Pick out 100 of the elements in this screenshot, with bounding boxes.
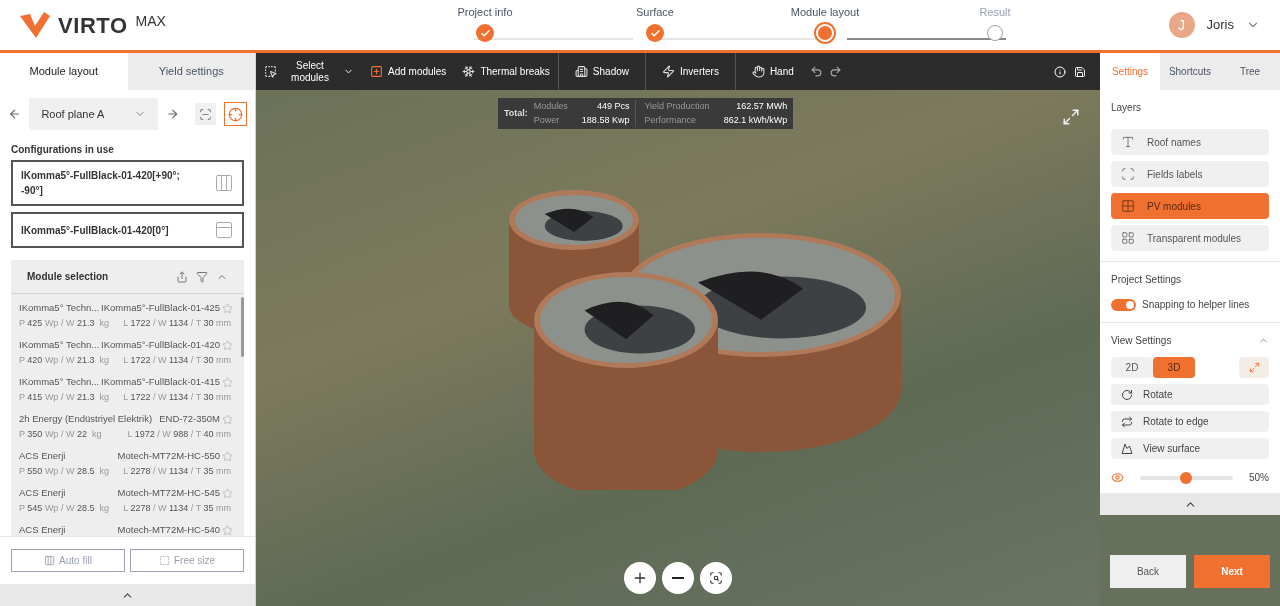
scan-search-icon (709, 571, 723, 585)
model-name[interactable]: Motech-MT72M-HC-550 (117, 449, 220, 464)
crosshair-button[interactable] (223, 102, 247, 126)
toolbar-button[interactable]: Add modules (362, 53, 455, 90)
step-label: Project info (457, 4, 513, 20)
view-action-button[interactable]: Rotate (1111, 384, 1269, 405)
navigation-button[interactable]: Back (1110, 555, 1186, 588)
favorite-star-icon[interactable] (222, 524, 233, 536)
view-mode-toggle[interactable]: 3D (1153, 357, 1195, 378)
two-panels-icon (214, 173, 234, 193)
step-label: Surface (636, 4, 674, 20)
expand-view-button[interactable] (1239, 357, 1269, 378)
vendor-name: 2h Energy (Endüstriyel Elektrik) (19, 412, 153, 426)
power-weight-spec: P 425 Wp / W 21.3 kg (19, 317, 109, 331)
panel-tab[interactable]: Yield settings (127, 53, 255, 90)
logo-mark-icon (20, 12, 50, 38)
vendor-name: IKomma5° Techn... (19, 375, 100, 389)
stat-value: 162.57 MWh (735, 100, 788, 113)
toggle-switch[interactable] (1111, 298, 1136, 311)
dimensions-spec: L 2278 / W 1134 / T 35 mm (123, 465, 231, 479)
stat-value: 449 Pcs (595, 100, 630, 113)
power-weight-spec: P 550 Wp / W 28.5 kg (19, 465, 109, 479)
filter-icon[interactable] (196, 270, 208, 283)
model-name[interactable]: Motech-MT72M-HC-540 (117, 523, 220, 536)
model-name[interactable]: Motech-MT72M-HC-545 (117, 486, 220, 501)
layer-toggle[interactable]: Roof names (1111, 129, 1269, 155)
undo-icon[interactable] (809, 65, 823, 78)
vendor-name: ACS Enerji (19, 449, 66, 463)
scan-icon (198, 107, 212, 121)
configuration-card[interactable]: IKomma5°-FullBlack-01-420[0°] (11, 212, 244, 248)
zoom-in-button[interactable] (624, 562, 656, 594)
logo-text: VIRTO (58, 11, 128, 40)
plus-icon (632, 570, 648, 586)
columns-icon (44, 555, 56, 566)
user-name: Joris (1206, 16, 1234, 35)
favorite-star-icon[interactable] (222, 413, 233, 425)
favorite-star-icon[interactable] (222, 376, 233, 388)
step-label: Result (979, 4, 1011, 20)
model-name[interactable]: IKomma5°-FullBlack-01-415 (101, 375, 220, 390)
stat-name: Modules (533, 100, 568, 113)
configuration-label: IKomma5°-FullBlack-01-420[0°] (21, 223, 170, 238)
power-weight-spec: P 420 Wp / W 21.3 kg (19, 354, 109, 368)
view-action-button[interactable]: View surface (1111, 438, 1269, 459)
aerial-map-background[interactable]: Total: Modules 449 Pcs Power 188.58 Kwp Yield Production 162.57 MWh Performance 862.1 kWh/kWp (256, 90, 1100, 606)
eye-icon (1111, 471, 1124, 484)
minus-icon (672, 577, 684, 579)
favorite-star-icon[interactable] (222, 487, 233, 499)
section-title: Layers (1111, 101, 1142, 115)
scrollbar-thumb[interactable] (241, 297, 244, 357)
vendor-name: ACS Enerji (19, 486, 66, 500)
export-icon[interactable] (176, 270, 188, 283)
favorite-star-icon[interactable] (222, 339, 233, 351)
favorite-star-icon[interactable] (222, 450, 233, 462)
favorite-star-icon[interactable] (222, 302, 233, 314)
vendor-name: IKomma5° Techn... (19, 338, 100, 352)
panel-tab[interactable]: Tree (1220, 53, 1280, 90)
configuration-card[interactable]: IKomma5°-FullBlack-01-420[+90°; -90°] (11, 160, 244, 206)
stat-name: Performance (644, 113, 697, 127)
slider-thumb[interactable] (1180, 471, 1193, 484)
focus-button[interactable] (194, 103, 216, 125)
panel-icon (214, 220, 234, 240)
layer-toggle[interactable]: PV modules (1111, 193, 1269, 219)
fit-view-button[interactable] (700, 562, 732, 594)
section-title: Module selection (27, 270, 109, 284)
panel-tab[interactable]: Shortcuts (1160, 53, 1220, 90)
layer-toggle[interactable]: Fields labels (1111, 161, 1269, 187)
fullscreen-icon[interactable] (1062, 108, 1080, 126)
dimensions-spec: L 1722 / W 1134 / T 30 mm (123, 317, 231, 331)
model-name[interactable]: IKomma5°-FullBlack-01-420 (101, 338, 220, 353)
rotate-arrows-icon (1121, 415, 1133, 428)
toggle-label: Snapping to helper lines (1142, 298, 1250, 312)
save-icon[interactable] (1074, 65, 1086, 78)
zoom-out-button[interactable] (662, 562, 694, 594)
grid-icon (1121, 231, 1135, 245)
left-arrow-icon[interactable] (8, 107, 22, 121)
stat-value: 188.58 Kwp (581, 113, 630, 127)
crosshair-icon (228, 106, 243, 122)
roof-plane-select[interactable]: Roof plane A (29, 98, 158, 130)
section-title: Configurations in use (10, 143, 115, 157)
power-weight-spec: P 350 Wp / W 22 kg (19, 428, 102, 442)
right-arrow-icon[interactable] (165, 107, 179, 121)
totals-label: Total: (504, 106, 528, 120)
frame-icon (1121, 167, 1135, 181)
dashed-square-icon (158, 555, 170, 566)
section-title: View Settings (1111, 334, 1172, 348)
view-action-button[interactable]: Rotate to edge (1111, 411, 1269, 432)
toolbar-button[interactable]: Select modules (256, 53, 362, 90)
toolbar-button[interactable]: Thermal breaks (454, 53, 558, 90)
grid-icon (1121, 199, 1135, 213)
redo-icon[interactable] (828, 65, 842, 78)
logo-suffix: MAX (135, 11, 166, 31)
dimensions-spec: L 1972 / W 988 / T 40 mm (127, 428, 231, 442)
stat-value: 862.1 kWh/kWp (723, 113, 788, 127)
layer-toggle[interactable]: Transparent modules (1111, 225, 1269, 251)
view-mode-toggle[interactable]: 2D (1111, 357, 1153, 378)
model-name[interactable]: IKomma5°-FullBlack-01-425 (101, 301, 220, 316)
info-icon[interactable] (1054, 65, 1066, 78)
power-weight-spec: P 415 Wp / W 21.3 kg (19, 391, 109, 405)
vendor-name: IKomma5° Techn... (19, 301, 100, 315)
model-name[interactable]: END-72-350M (159, 412, 220, 427)
